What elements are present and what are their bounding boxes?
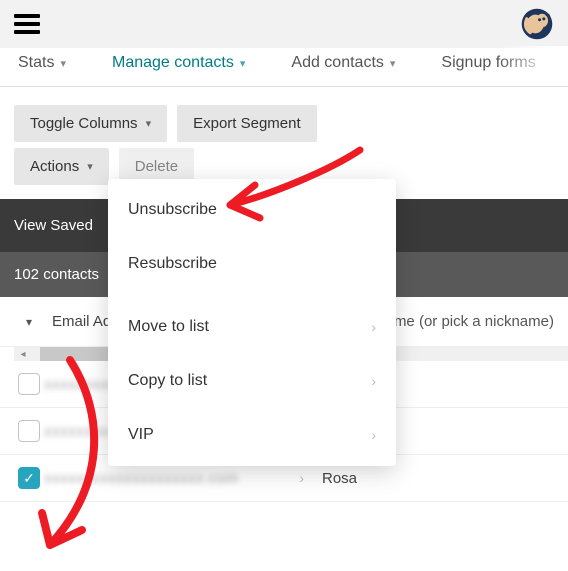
chevron-down-icon: ▾ [146, 117, 152, 130]
contacts-count-label: 102 contacts [14, 266, 99, 283]
chevron-down-icon[interactable]: ▾ [26, 315, 32, 329]
row-email-masked: xxxxxxxxxxxxxxxxxxxx.com [44, 470, 239, 487]
tab-label: Manage contacts [112, 54, 234, 72]
row-name: Rosa [304, 470, 357, 487]
actions-dropdown: Unsubscribe Resubscribe Move to list › C… [108, 179, 396, 466]
chevron-down-icon: ▾ [390, 57, 396, 70]
menu-item-copy-to-list[interactable]: Copy to list › [108, 354, 396, 408]
menu-item-unsubscribe[interactable]: Unsubscribe [108, 183, 396, 237]
tab-label: Add contacts [291, 54, 384, 72]
chevron-down-icon: ▾ [60, 57, 66, 70]
row-checkbox-checked[interactable]: ✓ [18, 467, 40, 489]
tab-signup-forms[interactable]: Signup forms [433, 52, 543, 74]
chevron-right-icon: › [371, 373, 376, 389]
menu-item-label: VIP [128, 426, 154, 444]
tab-manage-contacts[interactable]: Manage contacts ▾ [104, 52, 253, 74]
hamburger-menu-icon[interactable] [14, 14, 40, 34]
toolbar: Toggle Columns ▾ Export Segment [0, 87, 568, 146]
mailchimp-logo [520, 7, 554, 41]
row-checkbox[interactable] [18, 420, 40, 442]
menu-item-label: Resubscribe [128, 255, 217, 273]
toggle-columns-button[interactable]: Toggle Columns ▾ [14, 105, 167, 142]
menu-item-label: Unsubscribe [128, 201, 217, 219]
chevron-down-icon: ▾ [87, 160, 93, 173]
chevron-down-icon: ▾ [240, 57, 246, 70]
button-label: Actions [30, 158, 79, 175]
tab-label: Signup forms [441, 54, 535, 72]
export-segment-button[interactable]: Export Segment [177, 105, 317, 142]
tab-label: Stats [18, 54, 54, 72]
view-saved-label: View Saved [14, 217, 93, 234]
menu-item-vip[interactable]: VIP › [108, 408, 396, 462]
nav-tabs: Stats ▾ Manage contacts ▾ Add contacts ▾… [0, 46, 568, 87]
row-checkbox[interactable] [18, 373, 40, 395]
chevron-right-icon: › [371, 319, 376, 335]
tab-add-contacts[interactable]: Add contacts ▾ [283, 52, 403, 74]
menu-item-label: Copy to list [128, 372, 207, 390]
menu-item-resubscribe[interactable]: Resubscribe [108, 237, 396, 291]
tab-stats[interactable]: Stats ▾ [10, 52, 74, 74]
scroll-left-arrow-icon[interactable]: ◂ [14, 347, 32, 361]
button-label: Toggle Columns [30, 115, 138, 132]
button-label: Delete [135, 158, 178, 175]
menu-item-move-to-list[interactable]: Move to list › [108, 300, 396, 354]
button-label: Export Segment [193, 115, 301, 132]
column-header-name-hint: me (or pick a nickname) [394, 313, 554, 330]
actions-button[interactable]: Actions ▾ [14, 148, 109, 185]
menu-item-label: Move to list [128, 318, 209, 336]
chevron-right-icon: › [371, 427, 376, 443]
